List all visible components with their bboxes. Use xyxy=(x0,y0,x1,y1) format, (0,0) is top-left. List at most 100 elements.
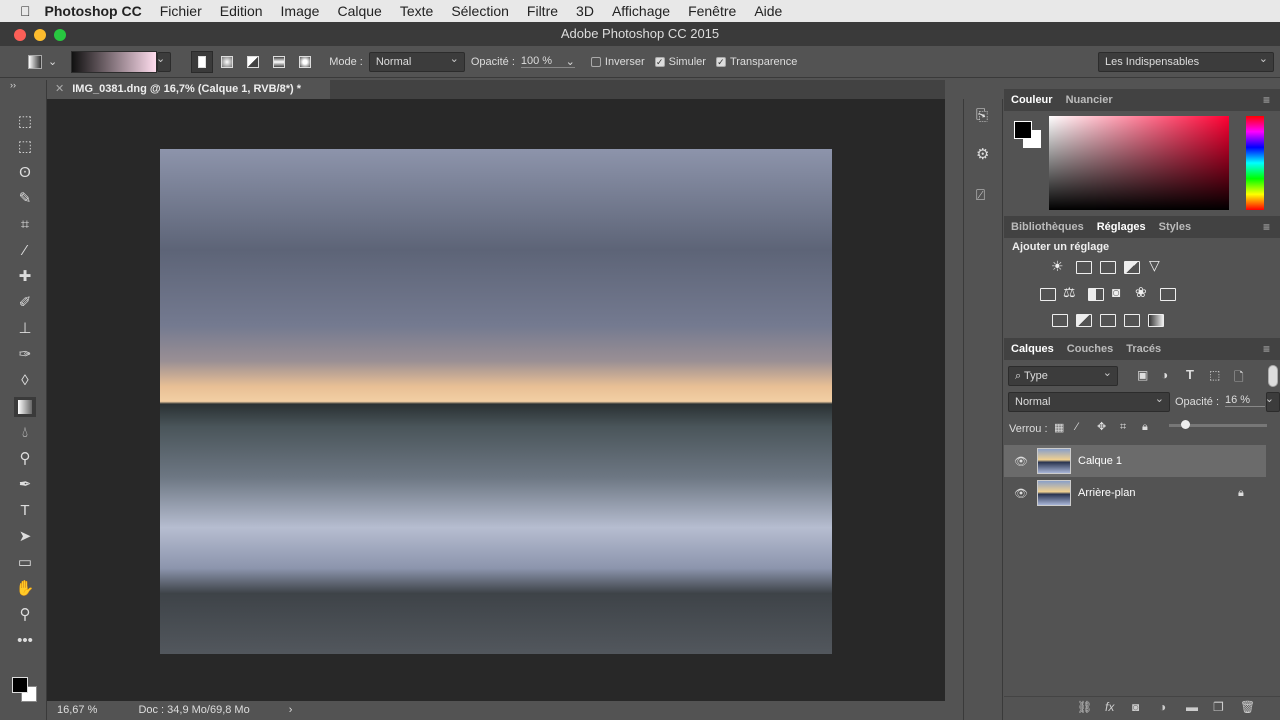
app-menu[interactable]: Photoshop CC xyxy=(45,3,142,19)
crop-tool-icon[interactable]: ⌗ xyxy=(14,215,36,235)
eyedropper-tool-icon[interactable]: ⁄ xyxy=(14,241,36,261)
filter-smart-object-icon[interactable]: 🗋︎ xyxy=(1234,368,1244,389)
simuler-checkbox[interactable]: ✓ xyxy=(654,56,665,67)
color-lookup-adjust-icon[interactable] xyxy=(1160,288,1176,301)
layer-row-calque-1[interactable]: 👁︎ Calque 1 xyxy=(1004,445,1266,477)
invert-adjust-icon[interactable] xyxy=(1052,314,1068,327)
dodge-tool-icon[interactable]: ⚲ xyxy=(14,449,36,469)
panel-menu-icon[interactable]: ≡ xyxy=(1263,342,1270,356)
artboard-tool-icon[interactable]: ⬚ xyxy=(14,112,36,132)
document-image[interactable] xyxy=(160,149,832,654)
pen-tool-icon[interactable]: ✒ xyxy=(14,475,36,495)
zoom-tool-icon[interactable]: ⚲ xyxy=(14,605,36,625)
tab-nuancier[interactable]: Nuancier xyxy=(1066,94,1113,106)
history-panel-icon[interactable]: ⎘ xyxy=(976,107,988,124)
new-layer-icon[interactable]: ❐ xyxy=(1213,700,1224,714)
hue-saturation-adjust-icon[interactable] xyxy=(1040,288,1056,301)
properties-panel-icon[interactable]: ⚙ xyxy=(976,145,989,163)
layer-name[interactable]: Calque 1 xyxy=(1078,455,1122,467)
collapse-toolbox-icon[interactable]: ›› xyxy=(10,80,16,90)
layer-row-arriere-plan[interactable]: 👁︎ Arrière-plan 🔒︎ xyxy=(1004,477,1266,509)
close-tab-icon[interactable]: ✕ xyxy=(55,83,64,95)
marquee-tool-icon[interactable]: ⬚ xyxy=(14,137,36,157)
type-tool-icon[interactable]: T xyxy=(14,501,36,521)
menu-fenetre[interactable]: Fenêtre xyxy=(688,3,736,19)
tab-couleur[interactable]: Couleur xyxy=(1011,94,1053,106)
angle-gradient-button[interactable] xyxy=(247,55,260,68)
new-group-icon[interactable]: ▬ xyxy=(1186,700,1198,714)
layer-style-fx-icon[interactable]: fx xyxy=(1105,700,1114,714)
filter-shape-icon[interactable]: ⬚ xyxy=(1209,368,1220,382)
levels-adjust-icon[interactable] xyxy=(1076,261,1092,274)
selective-color-adjust-icon[interactable] xyxy=(1124,314,1140,327)
color-balance-adjust-icon[interactable]: ⚖ xyxy=(1063,284,1076,301)
visibility-eye-icon[interactable]: 👁︎ xyxy=(1014,487,1028,500)
tool-preset-picker[interactable] xyxy=(28,54,42,69)
lock-move-icon[interactable]: ✥ xyxy=(1097,420,1106,433)
quick-selection-tool-icon[interactable]: ✎ xyxy=(14,189,36,209)
vibrance-adjust-icon[interactable]: ▽ xyxy=(1149,257,1160,274)
color-field[interactable] xyxy=(1049,116,1229,210)
tab-bibliotheques[interactable]: Bibliothèques xyxy=(1011,221,1084,233)
path-selection-tool-icon[interactable]: ➤ xyxy=(14,527,36,547)
zoom-window-button[interactable] xyxy=(54,29,66,41)
tab-traces[interactable]: Tracés xyxy=(1126,343,1161,355)
menu-edition[interactable]: Edition xyxy=(220,3,263,19)
transparence-checkbox[interactable]: ✓ xyxy=(715,56,726,67)
blend-mode-select[interactable]: Normal xyxy=(1008,390,1170,412)
filter-type-icon[interactable]: T xyxy=(1186,367,1194,382)
fg-color-swatch[interactable] xyxy=(1014,121,1032,139)
lock-artboard-icon[interactable]: ⌗ xyxy=(1120,421,1126,434)
brightness-adjust-icon[interactable]: ☀ xyxy=(1051,258,1064,275)
menu-texte[interactable]: Texte xyxy=(400,3,433,19)
delete-layer-icon[interactable]: 🗑︎ xyxy=(1240,700,1255,714)
zoom-level[interactable]: 16,67 % xyxy=(57,704,97,716)
menu-3d[interactable]: 3D xyxy=(576,3,594,19)
layer-opacity-dropdown[interactable] xyxy=(1265,390,1280,412)
more-tools-icon[interactable]: ••• xyxy=(14,631,36,651)
menu-calque[interactable]: Calque xyxy=(337,3,381,19)
menu-affichage[interactable]: Affichage xyxy=(612,3,670,19)
eraser-tool-icon[interactable]: ◊ xyxy=(14,371,36,391)
document-tab[interactable]: ✕ IMG_0381.dng @ 16,7% (Calque 1, RVB/8*)… xyxy=(47,80,330,99)
filter-toggle[interactable] xyxy=(1268,365,1278,387)
tab-calques[interactable]: Calques xyxy=(1011,343,1054,355)
minimize-window-button[interactable] xyxy=(34,29,46,41)
threshold-adjust-icon[interactable] xyxy=(1100,314,1116,327)
panel-menu-icon[interactable]: ≡ xyxy=(1263,93,1270,107)
brush-tool-icon[interactable]: ✐ xyxy=(14,293,36,313)
blur-tool-icon[interactable]: 💧︎ xyxy=(14,423,36,443)
opacity-field[interactable]: 100 % ⌄ xyxy=(520,55,575,68)
apple-icon[interactable]:  xyxy=(20,3,31,19)
gradient-map-adjust-icon[interactable] xyxy=(1148,314,1164,327)
filter-pixel-icon[interactable]: ▣ xyxy=(1137,368,1148,382)
tab-styles[interactable]: Styles xyxy=(1159,221,1191,233)
inverser-checkbox[interactable] xyxy=(590,56,601,67)
tab-couches[interactable]: Couches xyxy=(1067,343,1113,355)
gradient-picker[interactable] xyxy=(71,50,158,73)
posterize-adjust-icon[interactable] xyxy=(1076,314,1092,327)
healing-brush-tool-icon[interactable]: ✚ xyxy=(14,267,36,287)
character-panel-icon[interactable]: ⍁ xyxy=(976,187,985,204)
lock-all-icon[interactable]: 🔒︎ xyxy=(1142,421,1148,434)
clone-stamp-tool-icon[interactable]: ⊥ xyxy=(14,319,36,339)
rectangle-tool-icon[interactable]: ▭ xyxy=(14,553,36,573)
panel-menu-icon[interactable]: ≡ xyxy=(1263,220,1270,234)
layer-filter-select[interactable]: ⌕ Type xyxy=(1008,364,1118,386)
opacity-slider-thumb[interactable] xyxy=(1180,420,1190,429)
hand-tool-icon[interactable]: ✋ xyxy=(14,579,36,599)
menu-aide[interactable]: Aide xyxy=(754,3,782,19)
close-window-button[interactable] xyxy=(14,29,26,41)
hue-slider[interactable] xyxy=(1246,116,1264,210)
status-menu-arrow-icon[interactable]: › xyxy=(289,704,293,716)
curves-adjust-icon[interactable] xyxy=(1100,261,1116,274)
gradient-dropdown[interactable] xyxy=(156,50,172,72)
linear-gradient-button[interactable] xyxy=(191,50,214,73)
black-white-adjust-icon[interactable] xyxy=(1088,288,1104,301)
photo-filter-adjust-icon[interactable]: ◙ xyxy=(1112,284,1120,300)
menu-fichier[interactable]: Fichier xyxy=(160,3,202,19)
channel-mixer-adjust-icon[interactable]: ❀ xyxy=(1135,284,1147,301)
reflected-gradient-button[interactable] xyxy=(273,55,286,68)
workspace-select[interactable]: Les Indispensables xyxy=(1098,50,1274,72)
diamond-gradient-button[interactable] xyxy=(299,55,312,68)
